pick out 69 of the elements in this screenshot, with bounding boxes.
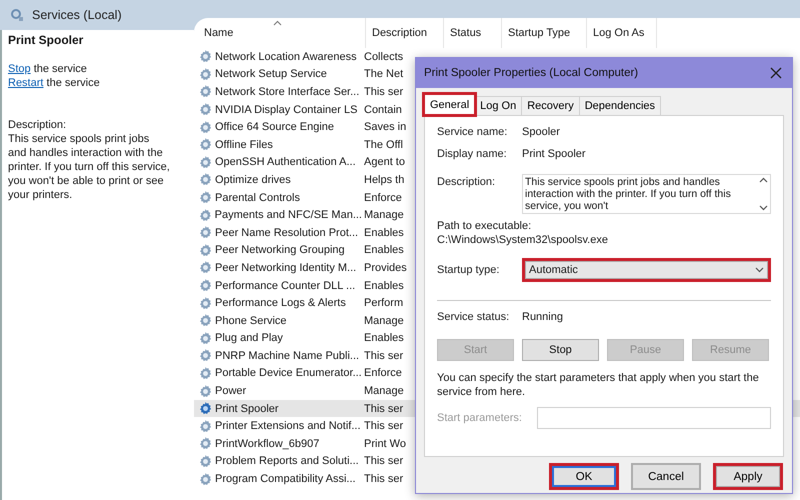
- service-name: Offline Files: [215, 138, 273, 151]
- service-description: Manage: [363, 385, 404, 398]
- service-name: Program Compatibility Assi...: [215, 473, 356, 486]
- field-label: Startup type:: [437, 264, 500, 276]
- service-name: Problem Reports and Soluti...: [215, 455, 359, 468]
- description-text: This service spools print jobs and handles interaction with the printer. If you turn off this service, you won't be able to print or see your printers.: [8, 132, 170, 202]
- service-name: Optimize drives: [215, 174, 291, 186]
- service-name: Payments and NFC/SE Man...: [214, 209, 362, 222]
- field-value: Print Spooler: [522, 148, 586, 160]
- service-description: Saves in: [363, 121, 406, 134]
- service-name: Parental Controls: [215, 192, 300, 204]
- service-name: Network Location Awareness: [215, 50, 357, 63]
- service-name: PNRP Machine Name Publi...: [215, 350, 360, 362]
- service-name: Peer Networking Identity M...: [215, 262, 356, 274]
- service-description: Helps th: [363, 174, 404, 186]
- field-label: Start parameters:: [437, 412, 523, 424]
- service-name: Portable Device Enumerator...: [215, 367, 362, 380]
- service-name: OpenSSH Authentication A...: [215, 156, 356, 168]
- service-description: This ser: [363, 455, 404, 468]
- field-label: Service status:: [437, 311, 510, 323]
- action-text: Restart the service: [8, 76, 101, 90]
- service-description: Contain: [363, 104, 402, 116]
- field-label: Service name:: [437, 126, 508, 138]
- service-description: Manage: [363, 314, 404, 327]
- service-description: Enables: [363, 280, 404, 292]
- service-description: Print Wo: [363, 438, 406, 450]
- service-description: The Net: [363, 68, 404, 80]
- service-description: Enforce: [363, 367, 402, 380]
- service-description: Manage: [363, 209, 404, 222]
- field-value: Spooler: [522, 126, 560, 138]
- field-label: Description:: [437, 176, 496, 188]
- service-description: Agent to: [363, 156, 405, 168]
- service-name: NVIDIA Display Container LS: [215, 104, 358, 116]
- pane-title: Services (Local): [32, 8, 122, 22]
- service-name: Phone Service: [215, 314, 287, 327]
- service-description: Enables: [363, 332, 404, 344]
- service-description: This ser: [363, 350, 404, 362]
- status-value: Running: [522, 311, 563, 323]
- service-name: PrintWorkflow_6b907: [215, 438, 320, 450]
- service-description: Enables: [363, 244, 404, 256]
- service-name: Print Spooler: [215, 402, 279, 415]
- hint-text: You can specify the start parameters that apply when you start the service from here.: [437, 371, 760, 399]
- service-description: Provides: [363, 262, 407, 274]
- field-label: Display name:: [437, 148, 508, 160]
- service-name: Performance Logs & Alerts: [215, 297, 346, 310]
- service-name: Printer Extensions and Notif...: [215, 420, 361, 432]
- dialog-title: Print Spooler Properties (Local Computer): [424, 67, 638, 79]
- service-name: Performance Counter DLL ...: [215, 280, 356, 292]
- service-name: Network Store Interface Ser...: [215, 86, 360, 98]
- service-name: Peer Networking Grouping: [215, 244, 345, 256]
- service-description: This ser: [363, 402, 404, 415]
- service-name: Power: [215, 385, 246, 398]
- service-description: This ser: [363, 420, 404, 432]
- service-name: Plug and Play: [215, 332, 283, 344]
- service-description: This ser: [363, 86, 404, 98]
- service-description: This ser: [363, 473, 404, 486]
- service-name: Network Setup Service: [215, 68, 327, 80]
- action-text: Stop the service: [8, 62, 88, 76]
- service-description: Enforce: [363, 192, 402, 204]
- service-title: Print Spooler: [8, 33, 84, 47]
- service-description: Enables: [363, 226, 404, 239]
- service-description: Collects: [363, 50, 404, 63]
- service-description: The Offl: [363, 138, 403, 151]
- service-description: Perform: [363, 297, 404, 310]
- field-label: Path to executable:: [437, 220, 532, 232]
- service-name: Office 64 Source Engine: [215, 121, 334, 134]
- description-label: Description:: [8, 118, 68, 132]
- service-name: Peer Name Resolution Prot...: [215, 226, 358, 239]
- path-text: C:\Windows\System32\spoolsv.exe: [437, 234, 609, 246]
